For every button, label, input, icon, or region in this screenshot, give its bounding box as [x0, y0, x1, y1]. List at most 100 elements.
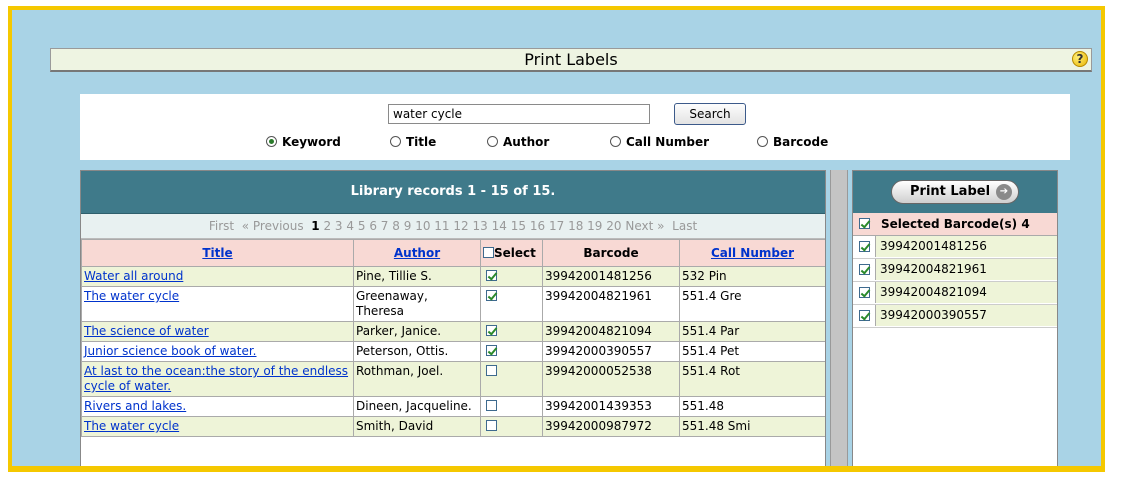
cell-author: Rothman, Joel. — [353, 361, 481, 397]
radio-call-number-circle[interactable] — [610, 136, 621, 147]
selected-barcode-row: 39942004821961 — [853, 259, 1057, 282]
cell-select — [480, 341, 543, 362]
cell-call-number: 551.4 Par — [679, 321, 825, 342]
select-all-selected-checkbox[interactable] — [859, 218, 870, 229]
cell-title: Junior science book of water. — [81, 341, 354, 362]
pager-page-link[interactable]: 19 — [587, 219, 602, 233]
row-select-checkbox[interactable] — [486, 345, 497, 356]
col-title-link[interactable]: Title — [202, 246, 232, 260]
pager-first[interactable]: First — [209, 219, 234, 233]
col-select[interactable]: Select — [480, 239, 543, 267]
pager-page-link[interactable]: 9 — [404, 219, 412, 233]
selected-barcode-value: 39942001481256 — [875, 236, 1057, 257]
pager-page-link[interactable]: 18 — [568, 219, 583, 233]
cell-barcode: 39942001439353 — [542, 396, 680, 417]
selected-barcode-row: 39942001481256 — [853, 236, 1057, 259]
pager-page-link[interactable]: 20 — [606, 219, 621, 233]
select-all-checkbox[interactable] — [483, 247, 494, 258]
record-title-link[interactable]: The science of water — [84, 324, 209, 338]
record-title-link[interactable]: Water all around — [84, 269, 183, 283]
table-row: The water cycle Smith, David 3994200098797… — [81, 416, 825, 437]
selected-list: 39942001481256 39942004821961 399420048210… — [853, 236, 1057, 328]
col-author-link[interactable]: Author — [394, 246, 440, 260]
pager-page-link[interactable]: 13 — [473, 219, 488, 233]
row-select-checkbox[interactable] — [486, 365, 497, 376]
selected-barcode-checkbox[interactable] — [859, 310, 870, 321]
selected-barcode-checkbox[interactable] — [859, 241, 870, 252]
selected-title: Selected Barcode(s) 4 — [881, 217, 1030, 231]
radio-title-circle[interactable] — [390, 136, 401, 147]
col-author[interactable]: Author — [353, 239, 481, 267]
records-table: Title Author Select Barcode Call Number … — [81, 239, 825, 437]
radio-title[interactable]: Title — [390, 134, 436, 150]
radio-author-circle[interactable] — [487, 136, 498, 147]
col-call-number-link[interactable]: Call Number — [711, 246, 794, 260]
radio-barcode-circle[interactable] — [757, 136, 768, 147]
cell-title: At last to the ocean:the story of the en… — [81, 361, 354, 397]
pager-page-link[interactable]: 5 — [358, 219, 366, 233]
selected-barcode-checkbox[interactable] — [859, 287, 870, 298]
record-title-link[interactable]: The water cycle — [84, 289, 179, 303]
cell-author: Greenaway, Theresa — [353, 286, 481, 322]
pager-page-link[interactable]: 4 — [346, 219, 354, 233]
search-input[interactable] — [388, 104, 650, 124]
cell-select — [480, 286, 543, 322]
print-label-button[interactable]: Print Label ➔ — [891, 180, 1019, 204]
pager-current: 1 — [311, 219, 320, 233]
cell-select — [480, 321, 543, 342]
table-row: The science of water Parker, Janice. 39942… — [81, 321, 825, 342]
pager-page-link[interactable]: 12 — [453, 219, 468, 233]
cell-author: Smith, David — [353, 416, 481, 437]
pager-page-link[interactable]: 2 — [323, 219, 331, 233]
selected-barcode-checkbox[interactable] — [859, 264, 870, 275]
pager-page-link[interactable]: 8 — [392, 219, 400, 233]
row-select-checkbox[interactable] — [486, 400, 497, 411]
selected-barcode-row: 39942004821094 — [853, 282, 1057, 305]
pager-previous[interactable]: « Previous — [242, 219, 304, 233]
row-select-checkbox[interactable] — [486, 290, 497, 301]
pager-page-link[interactable]: 17 — [549, 219, 564, 233]
record-title-link[interactable]: The water cycle — [84, 419, 179, 433]
cell-select — [480, 416, 543, 437]
col-call-number[interactable]: Call Number — [679, 239, 825, 267]
table-row: Rivers and lakes. Dineen, Jacqueline. 3994… — [81, 396, 825, 417]
col-title[interactable]: Title — [81, 239, 354, 267]
table-row: The water cycle Greenaway, Theresa 3994200… — [81, 286, 825, 322]
radio-author[interactable]: Author — [487, 134, 549, 150]
search-button[interactable]: Search — [674, 103, 746, 125]
radio-author-label: Author — [503, 135, 550, 149]
pager-page-link[interactable]: 7 — [381, 219, 389, 233]
pager-page-link[interactable]: 16 — [530, 219, 545, 233]
cell-title: The science of water — [81, 321, 354, 342]
cell-select — [480, 396, 543, 417]
cell-select — [480, 361, 543, 397]
radio-keyword-circle[interactable] — [266, 136, 277, 147]
row-select-checkbox[interactable] — [486, 325, 497, 336]
cell-barcode: 39942000987972 — [542, 416, 680, 437]
pager-last[interactable]: Last — [672, 219, 697, 233]
record-title-link[interactable]: Rivers and lakes. — [84, 399, 186, 413]
pagination: First « Previous 1 2 3 4 5 6 7 8 9 10 11… — [81, 214, 825, 239]
pager-page-link[interactable]: 14 — [492, 219, 507, 233]
table-row: Junior science book of water. Peterson, O… — [81, 341, 825, 362]
pager-page-link[interactable]: 6 — [369, 219, 377, 233]
pager-next[interactable]: Next » — [625, 219, 664, 233]
cell-title: Water all around — [81, 266, 354, 287]
row-select-checkbox[interactable] — [486, 270, 497, 281]
print-label-text: Print Label — [910, 184, 991, 199]
pager-page-link[interactable]: 11 — [434, 219, 449, 233]
radio-call-number[interactable]: Call Number — [610, 134, 709, 150]
cell-select — [480, 266, 543, 287]
radio-barcode[interactable]: Barcode — [757, 134, 828, 150]
radio-keyword[interactable]: Keyword — [266, 134, 341, 150]
pager-page-link[interactable]: 15 — [511, 219, 526, 233]
row-select-checkbox[interactable] — [486, 420, 497, 431]
help-icon[interactable]: ? — [1072, 51, 1088, 67]
pager-page-link[interactable]: 10 — [415, 219, 430, 233]
selected-barcode-value: 39942004821961 — [875, 259, 1057, 280]
record-title-link[interactable]: At last to the ocean:the story of the en… — [84, 364, 348, 393]
pager-page-link[interactable]: 3 — [335, 219, 343, 233]
selected-barcode-value: 39942004821094 — [875, 282, 1057, 303]
cell-author: Parker, Janice. — [353, 321, 481, 342]
record-title-link[interactable]: Junior science book of water. — [84, 344, 257, 358]
